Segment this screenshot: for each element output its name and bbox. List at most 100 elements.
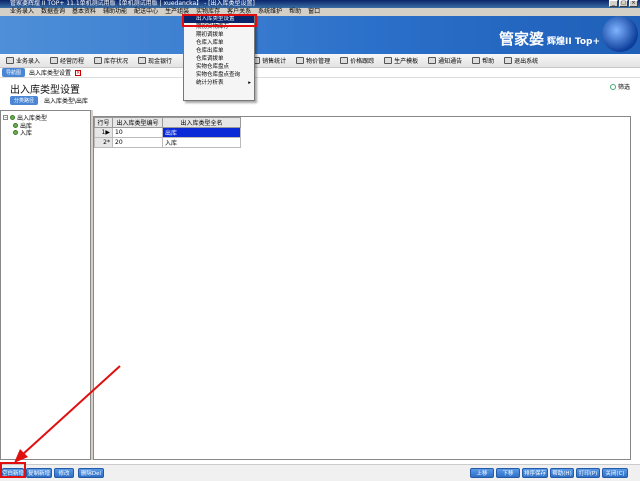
cell-name[interactable]: 出库 [162,127,241,138]
window-title-bar: 管家婆辉煌 II TOP+ 11.1单机测试用版【单机测试用版 | xuedan… [0,0,640,8]
tree-node-inbound[interactable]: 入库 [13,128,32,137]
menu-item-stats-report[interactable]: 统计分析表 [184,79,254,87]
edit-button[interactable]: 修改 [54,468,74,478]
toolbar-label: 退出系统 [514,58,539,65]
menu-item-warehouse-transfer[interactable]: 仓库调拨单 [184,55,254,63]
breadcrumb-path: 出入库类型\出库 [44,98,89,105]
category-path-button[interactable]: 分类路径 [10,96,39,105]
toolbar-label: 生产模板 [394,58,419,65]
globe-logo-icon [602,16,638,52]
page-title: 出入库类型设置 [10,85,80,96]
toolbar-label: 帮助 [482,58,495,65]
balance-icon [296,57,305,64]
toolbar-sales-stats[interactable]: 销售统计 [249,56,289,65]
filter-button[interactable]: 筛选 [609,82,630,91]
delete-button[interactable]: 删除Del [78,468,104,478]
category-tree: − 出入库类型 出库 入库 [0,110,91,460]
menu-basic-data[interactable]: 基本资料 [72,8,96,16]
highlight-box-menu [182,14,257,27]
menu-business-entry[interactable]: 业务录入 [10,8,34,16]
menu-assist[interactable]: 辅助功能 [103,8,127,16]
column-header-name[interactable]: 出入库类型全名 [162,117,241,128]
maximize-button[interactable]: □ [619,0,628,7]
tab-bar: 导航图 出入库类型设置 × [0,68,640,78]
menu-item-initial-transfer[interactable]: 期初调拨单 [184,31,254,39]
bottom-action-bar: 空白新增 复制新增 修改 删除Del 上移 下移 排序保存 帮助(H) 打印(P… [0,464,640,481]
window-controls: _ □ × [609,0,638,7]
collapse-icon[interactable]: − [3,115,8,120]
menu-window[interactable]: 窗口 [308,8,320,16]
toolbar-notice[interactable]: 通知通告 [425,56,465,65]
menu-item-warehouse-out[interactable]: 仓库出库单 [184,47,254,55]
column-header-row-no[interactable]: 行号 [94,117,113,128]
highlight-box-add [0,462,26,478]
row-marker: * [107,139,110,146]
tab-navigation[interactable]: 导航图 [2,68,26,77]
menu-item-stocktake-query[interactable]: 实物仓库盘点查询 [184,71,254,79]
column-header-code[interactable]: 出入库类型编号 [112,117,163,128]
node-icon [13,130,18,135]
toolbar-price-track[interactable]: 价格跟踪 [337,56,377,65]
toolbar-label: 销售统计 [262,58,287,65]
toolbar-label: 库存状况 [104,58,129,65]
exit-icon [504,57,513,64]
pencil-icon [6,57,14,64]
folder-icon [10,115,15,120]
cell-code[interactable]: 20 [112,137,163,148]
tools-icon [384,57,393,64]
menu-data-query[interactable]: 数据查询 [41,8,65,16]
menu-item-stocktake[interactable]: 实物仓库盘点 [184,63,254,71]
toolbar-exit[interactable]: 退出系统 [501,56,541,65]
toolbar-help[interactable]: 帮助 [469,56,497,65]
trend-icon [340,57,349,64]
toolbar-business-entry[interactable]: 业务录入 [3,56,43,65]
breadcrumb: 分类路径 出入库类型\出库 [10,96,88,105]
window-title: 管家婆辉煌 II TOP+ 11.1单机测试用版【单机测试用版 | xuedan… [10,0,255,7]
filter-icon [609,83,616,90]
table-row[interactable]: 2* 20 入库 [94,137,241,148]
brand-name: 管家婆 [499,30,545,48]
print-button[interactable]: 打印(P) [576,468,600,478]
toolbar-cash-bank[interactable]: 现金银行 [135,56,175,65]
filter-label: 筛选 [617,84,630,91]
table-header-row: 行号 出入库类型编号 出入库类型全名 [94,117,241,128]
chart-icon [50,57,59,64]
help-button[interactable]: 帮助(H) [550,468,574,478]
physical-stock-dropdown: 出入库类型设置 期初实物库存 期初调拨单 仓库入库单 仓库出库单 仓库调拨单 实… [183,14,255,101]
brand-edition: 辉煌II Top+ [547,37,600,47]
tab-current[interactable]: 出入库类型设置 [29,68,71,77]
toolbar-history[interactable]: 经营历程 [47,56,87,65]
toolbar-production[interactable]: 生产模板 [381,56,421,65]
toolbar-label: 价格跟踪 [350,58,375,65]
cash-icon [138,57,147,64]
row-number: 2* [94,137,113,148]
save-order-button[interactable]: 排序保存 [522,468,548,478]
toolbar-stock-status[interactable]: 库存状况 [91,56,131,65]
cell-name[interactable]: 入库 [162,137,241,148]
cell-code[interactable]: 10 [112,127,163,138]
tab-close-icon[interactable]: × [75,69,82,76]
tree-label: 入库 [20,130,33,137]
menu-item-warehouse-in[interactable]: 仓库入库单 [184,39,254,47]
type-grid: 行号 出入库类型编号 出入库类型全名 1▶ 10 出库 2* 20 入库 [93,116,631,460]
menu-help[interactable]: 帮助 [289,8,301,16]
main-toolbar: 业务录入 经营历程 库存状况 现金银行 销售统计 物价管理 价格跟踪 生产模板 … [0,54,640,68]
toolbar-label: 经营历程 [60,58,85,65]
row-marker: ▶ [105,129,110,136]
menu-distribution[interactable]: 配送中心 [134,8,158,16]
menu-system[interactable]: 系统维护 [258,8,282,16]
grid-icon [94,57,103,64]
toolbar-label: 通知通告 [438,58,463,65]
info-icon [472,57,481,64]
move-down-button[interactable]: 下移 [496,468,520,478]
menu-bar: 业务录入 数据查询 基本资料 辅助功能 配送中心 生产组装 实物库存 客户关系 … [0,8,640,16]
toolbar-price-mgmt[interactable]: 物价管理 [293,56,333,65]
table-row[interactable]: 1▶ 10 出库 [94,127,241,138]
close-window-button[interactable]: × [629,0,638,7]
copy-add-button[interactable]: 复制新增 [26,468,52,478]
close-button[interactable]: 关闭(C) [602,468,628,478]
move-up-button[interactable]: 上移 [470,468,494,478]
toolbar-label: 业务录入 [16,58,41,65]
notice-icon [428,57,437,64]
minimize-button[interactable]: _ [609,0,618,7]
